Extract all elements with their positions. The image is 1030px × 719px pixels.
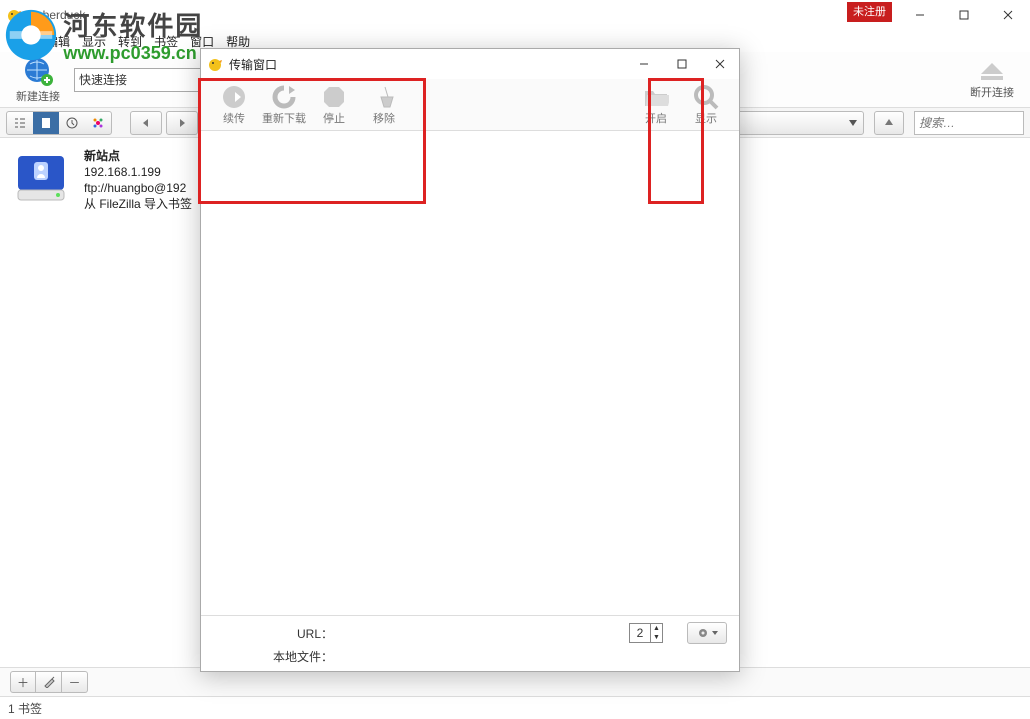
menu-goto[interactable]: 转到 — [118, 33, 142, 50]
connections-spinner[interactable]: 2 ▲▼ — [629, 623, 663, 643]
menu-bookmark[interactable]: 书签 — [154, 33, 178, 50]
up-button[interactable] — [874, 111, 904, 135]
bookmark-title: 新站点 — [84, 148, 192, 164]
folder-open-icon — [643, 84, 669, 110]
spin-up-icon[interactable]: ▲ — [651, 624, 662, 633]
new-connection-button[interactable]: 新建连接 — [8, 54, 68, 106]
main-titlebar: Cyberduck 未注册 — [0, 0, 1030, 30]
resume-label: 续传 — [223, 110, 245, 126]
disconnect-button[interactable]: 断开连接 — [962, 54, 1022, 106]
search-input[interactable] — [919, 116, 1030, 130]
disk-icon — [12, 148, 70, 206]
view-bookmark-icon[interactable] — [33, 112, 59, 134]
edit-button[interactable] — [36, 671, 62, 693]
resume-icon — [221, 84, 247, 110]
stop-label: 停止 — [323, 110, 345, 126]
app-title: Cyberduck — [28, 8, 85, 22]
transfer-title: 传输窗口 — [229, 56, 277, 73]
new-connection-label: 新建连接 — [16, 88, 60, 104]
transfer-maximize-button[interactable] — [663, 50, 701, 78]
remove-button[interactable]: － — [62, 671, 88, 693]
redownload-button[interactable]: 重新下载 — [259, 80, 309, 130]
show-label: 显示 — [695, 110, 717, 126]
app-icon — [6, 7, 22, 23]
minimize-button[interactable] — [898, 0, 942, 30]
search-box[interactable] — [914, 111, 1024, 135]
bookmark-import: 从 FileZilla 导入书签 — [84, 196, 192, 212]
view-outline-icon[interactable] — [7, 112, 33, 134]
magnifier-icon — [693, 84, 719, 110]
transfer-bottom: URL： 2 ▲▼ 本地文件： — [201, 615, 739, 671]
transfer-titlebar[interactable]: 传输窗口 — [201, 49, 739, 79]
app-icon — [207, 56, 223, 72]
open-label: 开启 — [645, 110, 667, 126]
url-label: URL： — [213, 625, 333, 642]
quick-connect-text: 快速连接 — [79, 71, 127, 88]
spin-down-icon[interactable]: ▼ — [651, 633, 662, 642]
remove-label: 移除 — [373, 110, 395, 126]
close-button[interactable] — [986, 0, 1030, 30]
globe-plus-icon — [23, 56, 53, 86]
remove-button[interactable]: 移除 — [359, 80, 409, 130]
transfer-list — [201, 131, 739, 615]
disconnect-label: 断开连接 — [970, 84, 1014, 100]
reload-icon — [271, 84, 297, 110]
menu-window[interactable]: 窗口 — [190, 33, 214, 50]
gear-menu[interactable] — [687, 622, 727, 644]
show-button[interactable]: 显示 — [681, 80, 731, 130]
menu-view[interactable]: 显示 — [82, 33, 106, 50]
transfer-toolbar: 续传 重新下载 停止 移除 开启 显示 — [201, 79, 739, 131]
forward-button[interactable] — [166, 111, 198, 135]
eject-icon — [977, 60, 1007, 82]
add-button[interactable]: ＋ — [10, 671, 36, 693]
view-bonjour-icon[interactable] — [85, 112, 111, 134]
transfer-minimize-button[interactable] — [625, 50, 663, 78]
view-switch[interactable] — [6, 111, 112, 135]
gear-icon — [697, 627, 709, 639]
menu-edit[interactable]: 编辑 — [46, 33, 70, 50]
menu-help[interactable]: 帮助 — [226, 33, 250, 50]
transfer-close-button[interactable] — [701, 50, 739, 78]
redownload-label: 重新下载 — [262, 110, 306, 126]
stop-icon — [321, 84, 347, 110]
open-button[interactable]: 开启 — [631, 80, 681, 130]
bookmark-url: ftp://huangbo@192 — [84, 180, 192, 196]
resume-button[interactable]: 续传 — [209, 80, 259, 130]
unregistered-badge[interactable]: 未注册 — [847, 2, 892, 22]
view-history-icon[interactable] — [59, 112, 85, 134]
maximize-button[interactable] — [942, 0, 986, 30]
transfer-window: 传输窗口 续传 重新下载 停止 移除 开启 显示 — [200, 48, 740, 672]
status-bar: 1 书签 — [0, 697, 1030, 719]
local-label: 本地文件： — [213, 648, 333, 665]
menu-file[interactable]: 文件 — [10, 33, 34, 50]
broom-icon — [371, 84, 397, 110]
bookmark-ip: 192.168.1.199 — [84, 164, 192, 180]
back-button[interactable] — [130, 111, 162, 135]
stop-button[interactable]: 停止 — [309, 80, 359, 130]
status-text: 1 书签 — [8, 700, 42, 717]
